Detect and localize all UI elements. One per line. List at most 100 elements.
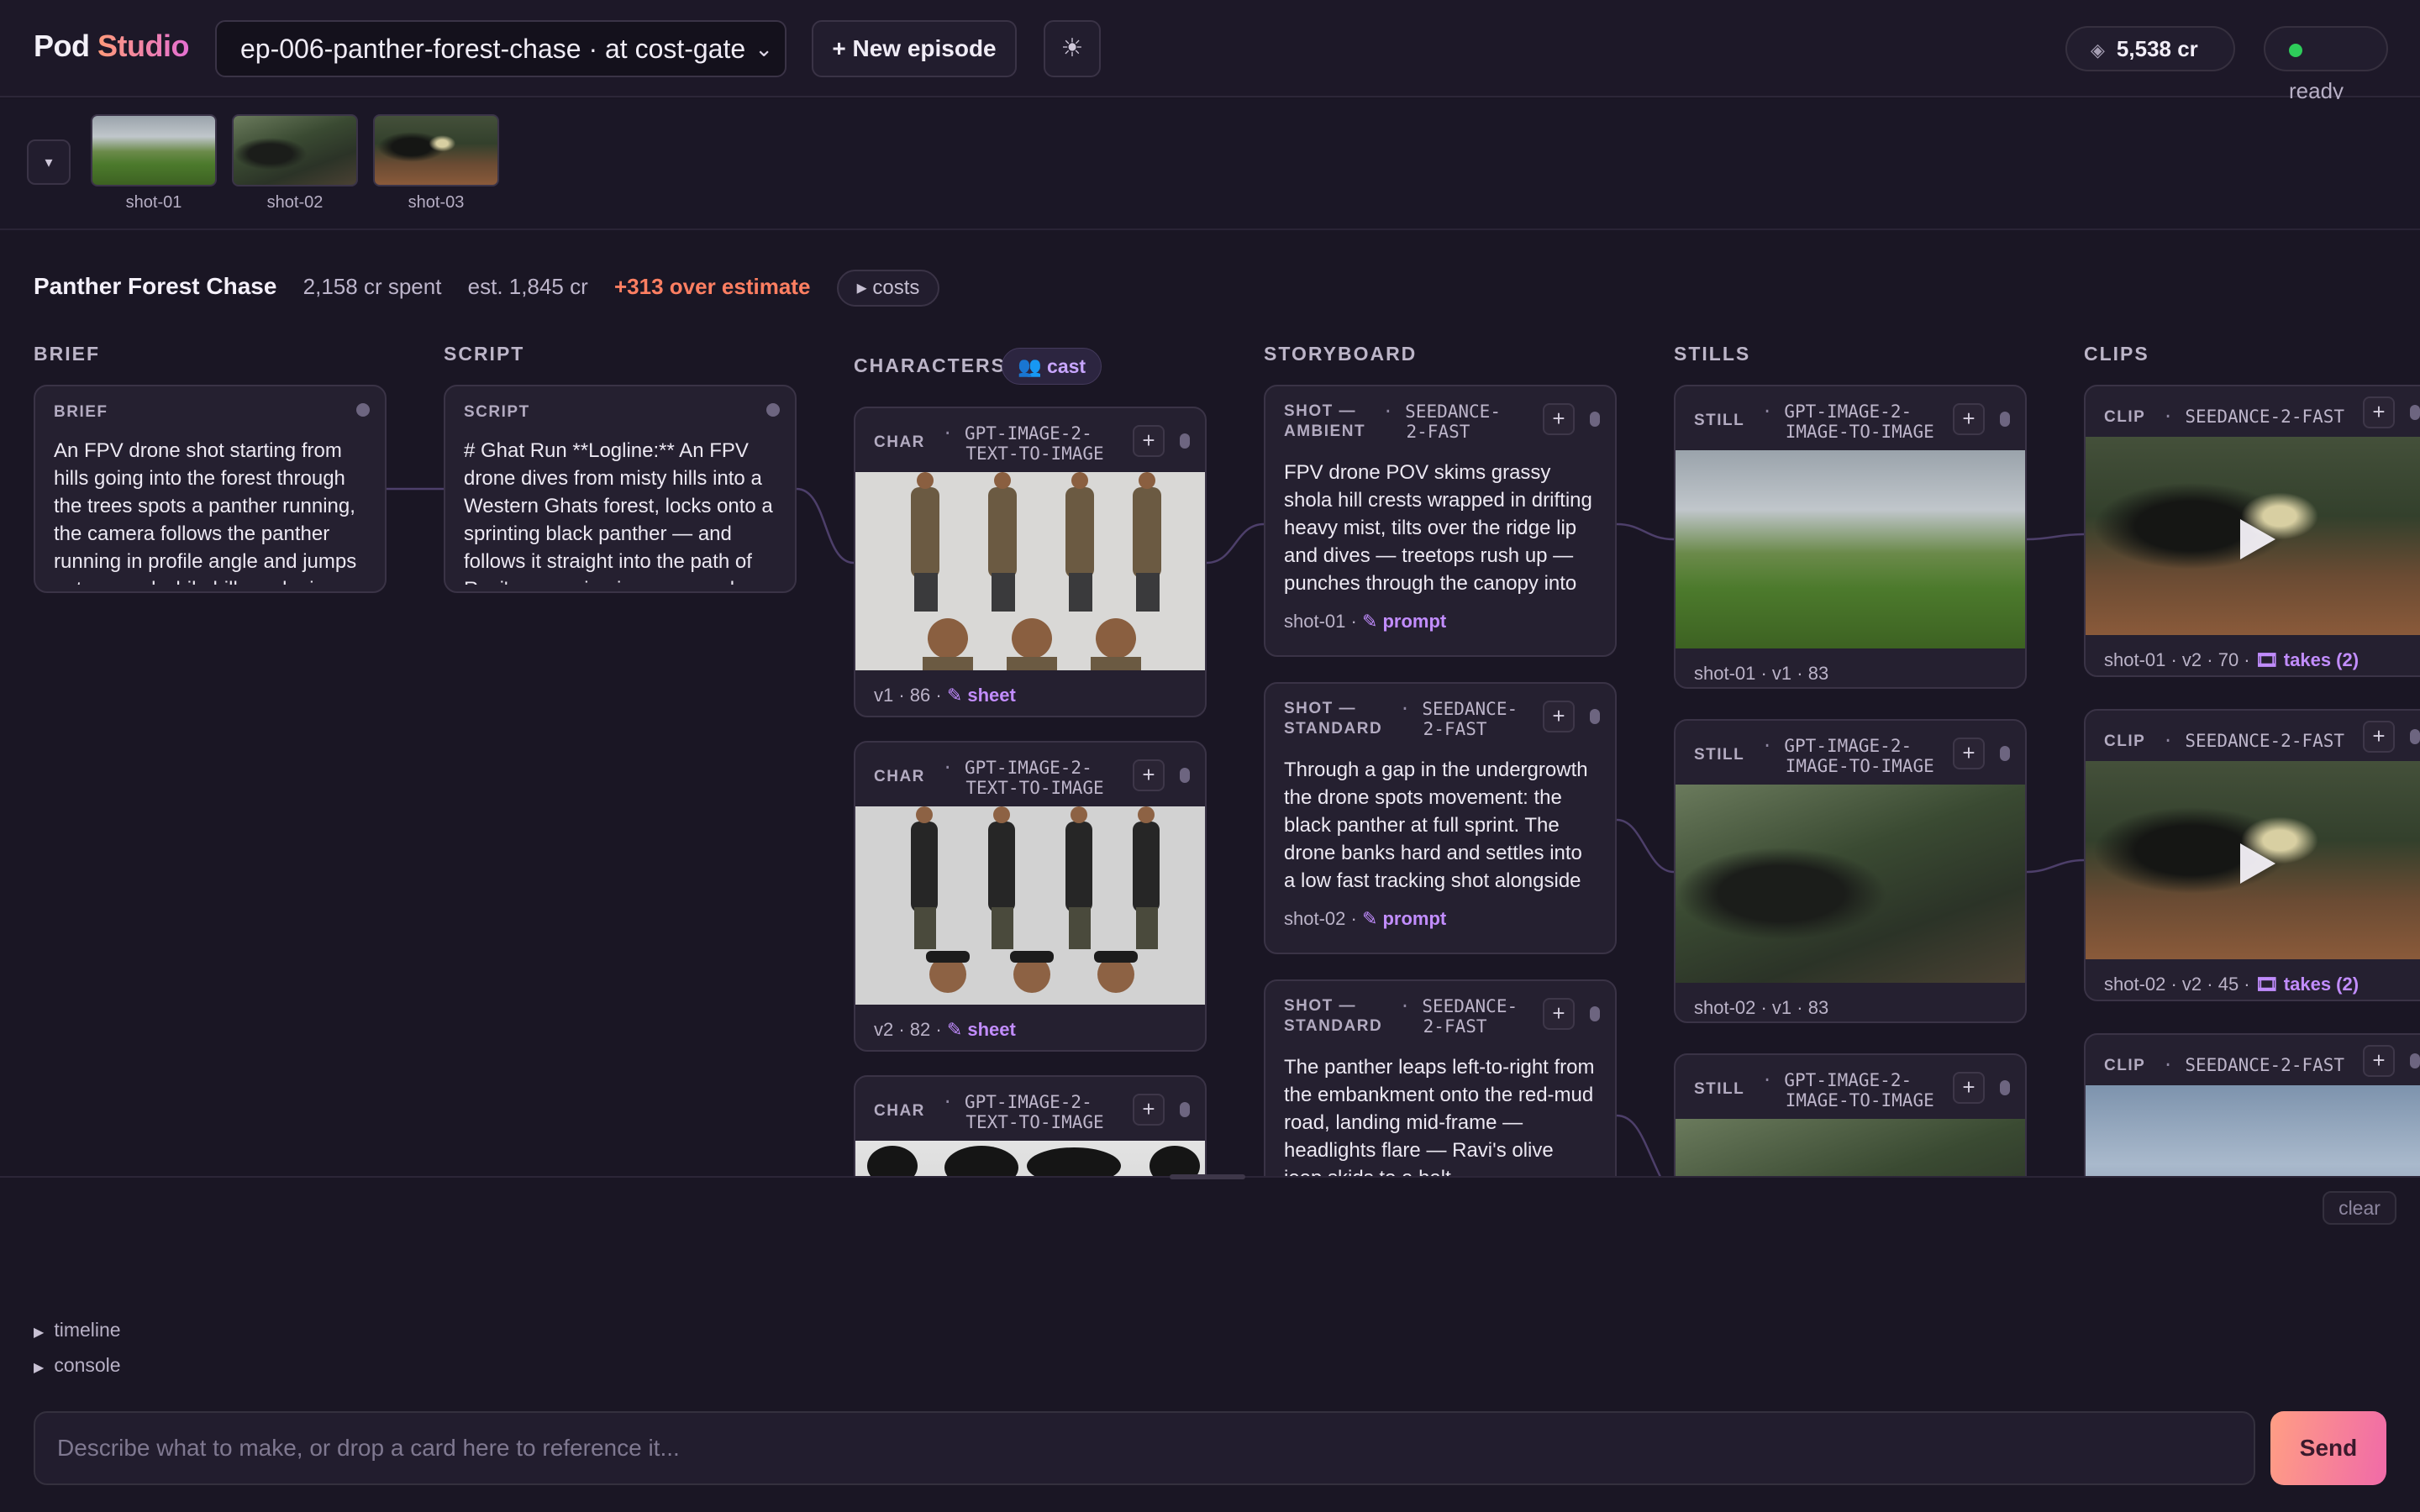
card-header: STILL · GPT-IMAGE-2- IMAGE-TO-IMAGE + (1676, 386, 2025, 450)
new-episode-button[interactable]: + New episode (812, 20, 1017, 77)
shot-strip: ▾ shot-01 shot-02 shot-03 (0, 99, 2420, 230)
brief-card[interactable]: BRIEF An FPV drone shot starting from hi… (34, 385, 387, 593)
add-button[interactable]: + (1543, 403, 1575, 435)
connect-handle[interactable] (2410, 1053, 2420, 1068)
add-button[interactable]: + (2363, 1045, 2395, 1077)
prompt-input[interactable]: Describe what to make, or drop a card he… (34, 1411, 2255, 1485)
shot-id: shot-01 · (1284, 611, 1362, 632)
add-button[interactable]: + (1543, 998, 1575, 1030)
connect-handle[interactable] (1180, 1102, 1190, 1117)
connect-handle[interactable] (2000, 1080, 2010, 1095)
connect-handle[interactable] (1590, 1006, 1600, 1021)
timeline-toggle[interactable]: ▶ timeline (34, 1319, 121, 1341)
console-toggle[interactable]: ▶ console (34, 1354, 121, 1377)
shot-description: Through a gap in the undergrowth the dro… (1284, 759, 1588, 899)
prompt-placeholder: Describe what to make, or drop a card he… (57, 1435, 680, 1461)
connect-handle[interactable] (2410, 405, 2420, 420)
card-type-label: SHOT — STANDARD (1284, 997, 1383, 1035)
clip-card-2[interactable]: CLIP · SEEDANCE-2-FAST + shot-02 · v2 · 4… (2084, 709, 2420, 1001)
card-model-label: ·SEEDANCE-2-FAST (2162, 731, 2345, 751)
connect-handle[interactable] (356, 403, 370, 417)
still-card-1[interactable]: STILL · GPT-IMAGE-2- IMAGE-TO-IMAGE + shot… (1674, 385, 2027, 689)
add-button[interactable]: + (2363, 396, 2395, 428)
card-model-label: · GPT-IMAGE-2- IMAGE-TO-IMAGE (1761, 402, 1934, 442)
character-card-2[interactable]: CHAR · GPT-IMAGE-2- TEXT-TO-IMAGE + v2 ·… (854, 741, 1207, 1052)
expand-triangle-icon: ▶ (34, 1326, 45, 1340)
theme-toggle-button[interactable]: ☀ (1044, 20, 1101, 77)
edit-sheet-link[interactable]: ✎ sheet (947, 1019, 1016, 1040)
clip-card-1[interactable]: CLIP · SEEDANCE-2-FAST + shot-01 · v2 · 7… (2084, 385, 2420, 677)
edit-prompt-link[interactable]: ✎ prompt (1362, 611, 1446, 632)
connect-handle[interactable] (2410, 729, 2420, 744)
play-icon[interactable] (2240, 519, 2275, 559)
connect-handle[interactable] (1180, 433, 1190, 449)
clip-video-thumbnail[interactable] (2086, 761, 2420, 959)
add-button[interactable]: + (1543, 701, 1575, 732)
edit-prompt-link[interactable]: ✎ prompt (1362, 908, 1446, 929)
connect-handle[interactable] (2000, 412, 2010, 427)
still-card-3[interactable]: STILL · GPT-IMAGE-2- IMAGE-TO-IMAGE + (1674, 1053, 2027, 1176)
clip-video-thumbnail[interactable] (2086, 1085, 2420, 1176)
status-dot-icon (2289, 44, 2302, 57)
clip-card-3[interactable]: CLIP · SEEDANCE-2-FAST + (2084, 1033, 2420, 1176)
card-header: CLIP · SEEDANCE-2-FAST + (2086, 711, 2420, 761)
still-image (1676, 1119, 2025, 1176)
card-type-label: CLIP (2104, 732, 2146, 750)
shot-thumb-03[interactable]: shot-03 (373, 114, 499, 213)
script-card[interactable]: SCRIPT # Ghat Run **Logline:** An FPV dr… (444, 385, 797, 593)
card-model-label: · GPT-IMAGE-2- TEXT-TO-IMAGE (942, 1092, 1104, 1132)
add-button[interactable]: + (1953, 738, 1985, 769)
card-footer: shot-02 · v1 · 83 (1694, 997, 1829, 1018)
connect-handle[interactable] (1180, 768, 1190, 783)
connect-handle[interactable] (766, 403, 780, 417)
cast-button[interactable]: 👥 cast (1002, 348, 1102, 385)
clip-video-thumbnail[interactable] (2086, 437, 2420, 635)
connect-handle[interactable] (2000, 746, 2010, 761)
clip-meta: shot-02 · v2 · 45 · (2104, 974, 2255, 995)
shot-id: shot-02 · (1284, 908, 1362, 929)
card-footer: shot-01 · v2 · 70 · 🎞 takes (2) (2086, 635, 2420, 675)
still-card-2[interactable]: STILL · GPT-IMAGE-2- IMAGE-TO-IMAGE + shot… (1674, 719, 2027, 1023)
credits-badge: ◈ 5,538 cr (2065, 26, 2235, 71)
timeline-label: timeline (54, 1319, 121, 1341)
card-type-label: SHOT — AMBIENT (1284, 402, 1366, 440)
takes-link[interactable]: 🎞 takes (2) (2255, 649, 2359, 670)
card-header: CHAR · GPT-IMAGE-2- TEXT-TO-IMAGE + (855, 1077, 1205, 1141)
card-type-label: CLIP (2104, 408, 2146, 426)
add-button[interactable]: + (1133, 759, 1165, 791)
episode-select[interactable]: ep-006-panther-forest-chase · at cost-ga… (215, 20, 786, 77)
pipeline-canvas[interactable]: BRIEF SCRIPT CHARACTERS 👥 cast STORYBOAR… (0, 319, 2420, 1176)
card-model-label: ·SEEDANCE-2-FAST (1399, 699, 1518, 739)
character-sheet-image (855, 806, 1205, 1005)
shot-thumb-02[interactable]: shot-02 (232, 114, 358, 213)
collapse-strip-button[interactable]: ▾ (27, 139, 71, 185)
play-icon[interactable] (2240, 843, 2275, 884)
costs-toggle-button[interactable]: ▸ costs (836, 270, 940, 307)
send-button[interactable]: Send (2270, 1411, 2386, 1485)
character-sheet-image (855, 472, 1205, 670)
app-logo: Pod Studio (34, 29, 189, 64)
episode-select-value: ep-006-panther-forest-chase · at cost-ga… (240, 34, 746, 64)
add-button[interactable]: + (1133, 1094, 1165, 1126)
card-footer: v1 · 86 · ✎ sheet (855, 670, 1205, 714)
add-button[interactable]: + (1953, 1072, 1985, 1104)
clear-button[interactable]: clear (2323, 1191, 2396, 1225)
card-model-label: · GPT-IMAGE-2- TEXT-TO-IMAGE (942, 423, 1104, 464)
connect-handle[interactable] (1590, 709, 1600, 724)
shot-thumb-01[interactable]: shot-01 (91, 114, 217, 213)
panel-resize-handle[interactable] (1170, 1174, 1245, 1179)
connect-handle[interactable] (1590, 412, 1600, 427)
add-button[interactable]: + (1133, 425, 1165, 457)
card-header: STILL · GPT-IMAGE-2- IMAGE-TO-IMAGE + (1676, 721, 2025, 785)
character-card-1[interactable]: CHAR · GPT-IMAGE-2- TEXT-TO-IMAGE + v1 ·… (854, 407, 1207, 717)
card-header: SHOT — AMBIENT · SEEDANCE- 2-FAST + (1265, 386, 1615, 450)
character-card-3[interactable]: CHAR · GPT-IMAGE-2- TEXT-TO-IMAGE + (854, 1075, 1207, 1176)
storyboard-card-3[interactable]: SHOT — STANDARD · SEEDANCE- 2-FAST + The pa… (1264, 979, 1617, 1176)
card-header: CLIP · SEEDANCE-2-FAST + (2086, 1035, 2420, 1085)
storyboard-card-1[interactable]: SHOT — AMBIENT · SEEDANCE- 2-FAST + FPV dro… (1264, 385, 1617, 657)
add-button[interactable]: + (1953, 403, 1985, 435)
takes-link[interactable]: 🎞 takes (2) (2255, 974, 2359, 995)
storyboard-card-2[interactable]: SHOT — STANDARD · SEEDANCE- 2-FAST + Throug… (1264, 682, 1617, 954)
edit-sheet-link[interactable]: ✎ sheet (947, 685, 1016, 706)
add-button[interactable]: + (2363, 721, 2395, 753)
